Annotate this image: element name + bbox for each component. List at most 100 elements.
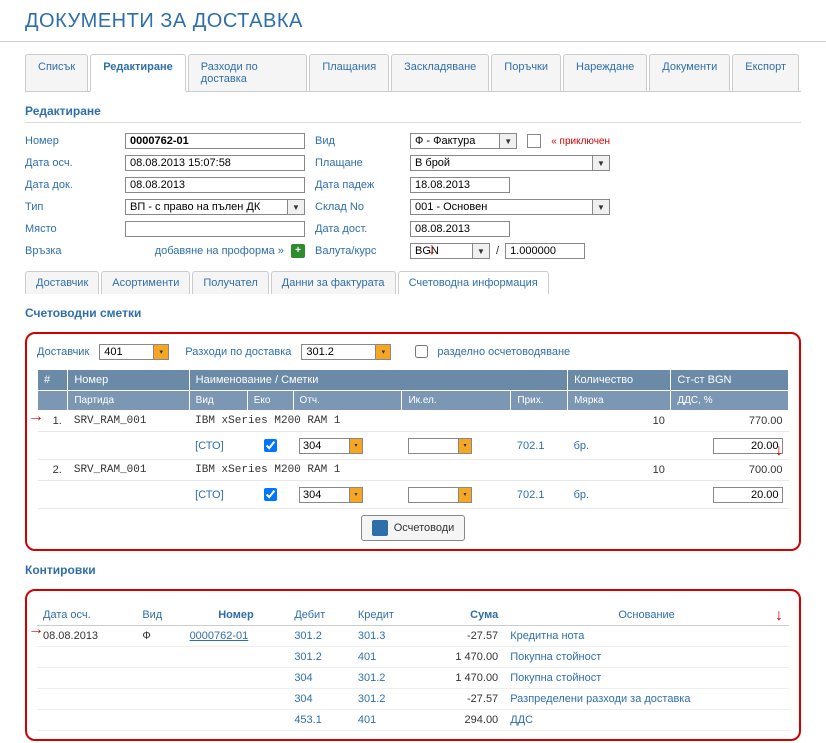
th-ikel: Ик.ел. [402, 391, 511, 411]
dtab-assort[interactable]: Асортименти [101, 271, 190, 294]
cell-debit[interactable]: 301.2 [288, 626, 352, 647]
cell-kind [136, 710, 183, 731]
tab-dispatch[interactable]: Нареждане [563, 54, 647, 91]
dropdown-icon[interactable]: ▾ [458, 438, 472, 454]
dropdown-icon[interactable]: ▼ [499, 133, 517, 149]
prih-link[interactable]: 702.1 [517, 489, 545, 501]
input-expense-acc[interactable] [301, 344, 375, 360]
th-qty: Количество [568, 370, 671, 391]
select-type[interactable] [125, 199, 287, 215]
dropdown-icon[interactable]: ▾ [153, 344, 169, 360]
lbl-split: разделно осчетоводяване [437, 346, 570, 358]
tab-edit[interactable]: Редактиране [90, 54, 186, 92]
input-place[interactable] [125, 221, 305, 237]
measure-link[interactable]: бр. [574, 489, 589, 501]
cell-debit[interactable]: 301.2 [288, 647, 352, 668]
cell-credit[interactable]: 401 [352, 710, 423, 731]
tab-orders[interactable]: Поръчки [491, 54, 561, 91]
cto-link[interactable]: [СТО] [195, 440, 223, 452]
input-otch[interactable] [299, 487, 349, 503]
chk-eko[interactable] [264, 488, 277, 501]
lbl-expense-acc: Разходи по доставка [185, 346, 291, 358]
cell-credit[interactable]: 301.3 [352, 626, 423, 647]
cell-reason[interactable]: Покупна стойност [504, 668, 789, 689]
th-n: # [38, 370, 68, 391]
chk-eko[interactable] [264, 439, 277, 452]
cell-kind: Ф [136, 626, 183, 647]
add-proforma-link[interactable]: добавяне на проформа » [155, 245, 284, 257]
measure-link[interactable]: бр. [574, 440, 589, 452]
th-measure: Мярка [568, 391, 671, 411]
table-row: 2.SRV_RAM_001IBM xSeries M200 RAM 110700… [38, 460, 789, 481]
lbl-place: Място [25, 223, 115, 235]
lbl-link: Връзка [25, 245, 115, 257]
dropdown-icon[interactable]: ▾ [458, 487, 472, 503]
input-ikel[interactable] [408, 487, 458, 503]
tab-stocking[interactable]: Заскладяване [391, 54, 489, 91]
slash: / [496, 245, 499, 257]
prih-link[interactable]: 702.1 [517, 440, 545, 452]
chk-split[interactable] [415, 345, 428, 358]
cell-debit[interactable]: 304 [288, 689, 352, 710]
tab-payments[interactable]: Плащания [309, 54, 389, 91]
kth-credit: Кредит [352, 605, 423, 626]
cell-reason[interactable]: Кредитна нота [504, 626, 789, 647]
select-currency[interactable] [410, 243, 472, 259]
cell-n: 2. [38, 460, 68, 481]
input-dateosch[interactable] [125, 155, 305, 171]
plus-icon[interactable]: + [291, 244, 305, 258]
btn-post[interactable]: Осчетоводи [361, 515, 466, 541]
lbl-datedoc: Дата док. [25, 179, 115, 191]
input-rate[interactable] [505, 243, 585, 259]
cell-num [184, 647, 289, 668]
input-datedeliv[interactable] [410, 221, 510, 237]
dropdown-icon[interactable]: ▾ [349, 487, 363, 503]
tab-list[interactable]: Списък [25, 54, 88, 91]
dtab-accounting[interactable]: Счетоводна информация [398, 271, 549, 294]
kth-num: Номер [184, 605, 289, 626]
input-vat[interactable] [713, 438, 783, 454]
cell-reason[interactable]: Покупна стойност [504, 647, 789, 668]
cto-link[interactable]: [СТО] [195, 489, 223, 501]
accounts-header: Счетоводни сметки [25, 294, 801, 324]
cell-credit[interactable]: 301.2 [352, 689, 423, 710]
dropdown-icon[interactable]: ▾ [349, 438, 363, 454]
cell-amount: 700.00 [671, 460, 789, 481]
cell-num[interactable]: 0000762-01 [184, 626, 289, 647]
input-datedoc[interactable] [125, 177, 305, 193]
input-ikel[interactable] [408, 438, 458, 454]
dropdown-icon[interactable]: ▼ [287, 199, 305, 215]
cell-credit[interactable]: 301.2 [352, 668, 423, 689]
input-vat[interactable] [713, 487, 783, 503]
dropdown-icon[interactable]: ▾ [375, 344, 391, 360]
tab-export[interactable]: Експорт [732, 54, 799, 91]
tab-documents[interactable]: Документи [649, 54, 730, 91]
input-supplier-acc[interactable] [99, 344, 153, 360]
cell-num [184, 668, 289, 689]
dtab-recipient[interactable]: Получател [192, 271, 268, 294]
cell-credit[interactable]: 401 [352, 647, 423, 668]
lbl-supplier-acc: Доставчик [37, 346, 89, 358]
input-number[interactable] [125, 133, 305, 149]
input-datedue[interactable] [410, 177, 510, 193]
select-warehouse[interactable] [410, 199, 592, 215]
dropdown-icon[interactable]: ▼ [592, 199, 610, 215]
input-otch[interactable] [299, 438, 349, 454]
chk-closed[interactable] [527, 134, 541, 148]
cell-debit[interactable]: 304 [288, 668, 352, 689]
th-amount: Ст-ст BGN [671, 370, 789, 391]
dtab-supplier[interactable]: Доставчик [25, 271, 99, 294]
cell-sum: 294.00 [423, 710, 504, 731]
dropdown-icon[interactable]: ▼ [592, 155, 610, 171]
dropdown-icon[interactable]: ▼ [472, 243, 490, 259]
dtab-invoice[interactable]: Данни за фактурата [271, 271, 396, 294]
lbl-datedue: Дата падеж [315, 179, 400, 191]
cell-debit[interactable]: 453.1 [288, 710, 352, 731]
kont-table: Дата осч. Вид Номер Дебит Кредит Сума Ос… [37, 605, 789, 731]
cell-reason[interactable]: Разпределени разходи за доставка [504, 689, 789, 710]
th-otch: Отч. [293, 391, 402, 411]
tab-expenses[interactable]: Разходи по доставка [188, 54, 308, 91]
select-kind[interactable] [410, 133, 499, 149]
cell-reason[interactable]: ДДС [504, 710, 789, 731]
select-payment[interactable] [410, 155, 592, 171]
